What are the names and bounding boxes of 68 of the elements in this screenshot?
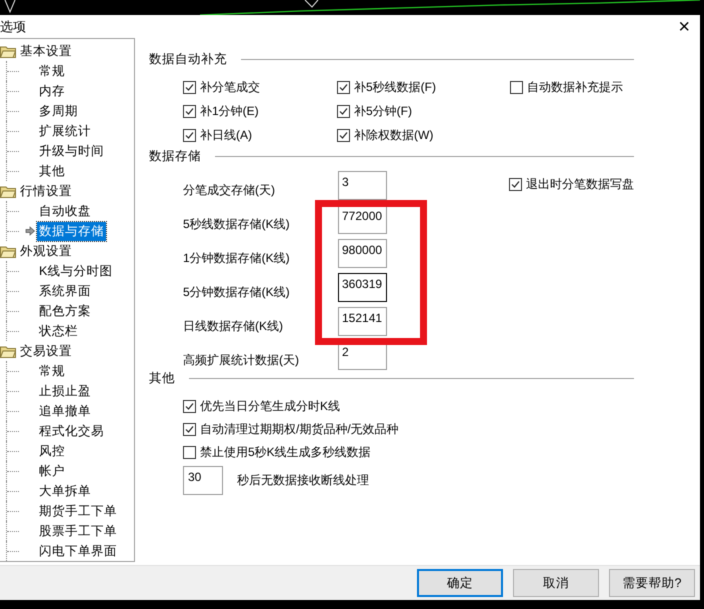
check-icon: [185, 131, 194, 140]
field-label: 日线数据存储(K线): [183, 318, 284, 335]
tree-item[interactable]: 数据与存储: [37, 222, 106, 240]
field-label: 5秒线数据存储(K线): [183, 216, 291, 233]
tree-item[interactable]: 内存: [37, 82, 67, 100]
number-field[interactable]: 152141: [338, 307, 387, 336]
number-field[interactable]: 3: [338, 171, 387, 200]
check-icon: [339, 83, 348, 92]
tree-item[interactable]: 状态栏: [37, 322, 80, 340]
field-label: 高频扩展统计数据(天): [183, 352, 300, 369]
number-field[interactable]: 360319: [338, 273, 387, 302]
tree-item[interactable]: 大单拆单: [37, 482, 93, 500]
tree-group[interactable]: 交易设置: [20, 342, 72, 360]
close-button[interactable]: ×: [668, 16, 700, 36]
checkbox[interactable]: 退出时分笔数据写盘: [509, 175, 634, 194]
checkbox[interactable]: 自动清理过期期权/期货品种/无效品种: [183, 420, 399, 439]
tree-item[interactable]: 常规: [37, 62, 67, 80]
number-field[interactable]: 772000: [338, 205, 387, 234]
check-icon: [185, 425, 194, 434]
section-title: 其他: [149, 370, 175, 386]
checkbox[interactable]: 补分笔成交: [183, 78, 337, 97]
tree-item[interactable]: 程式化交易: [37, 422, 106, 440]
tree-item[interactable]: 升级与时间: [37, 142, 106, 160]
tree-item[interactable]: 止损止盈: [37, 382, 93, 400]
tree-item[interactable]: 系统界面: [37, 282, 93, 300]
tree-item[interactable]: 多周期: [37, 102, 80, 120]
tree-group[interactable]: 外观设置: [20, 242, 72, 260]
tree-item[interactable]: 风控: [37, 442, 67, 460]
check-icon: [185, 83, 194, 92]
tree-item[interactable]: 配色方案: [37, 302, 93, 320]
tree-item[interactable]: 扩展统计: [37, 122, 93, 140]
field-label: 分笔成交存储(天): [183, 182, 276, 199]
arrow-icon: [25, 226, 35, 236]
dialog-button[interactable]: 取消: [513, 569, 599, 597]
tree-item[interactable]: 其他: [37, 162, 67, 180]
checkbox[interactable]: 补1分钟(E): [183, 102, 337, 121]
dialog-button[interactable]: 需要帮助?: [609, 569, 695, 597]
section-title: 数据存储: [149, 148, 201, 164]
check-icon: [339, 107, 348, 116]
field-label: 秒后无数据接收断线处理: [237, 472, 369, 489]
field-label: 1分钟数据存储(K线): [183, 250, 291, 267]
tree-item[interactable]: 股票手工下单: [37, 522, 119, 540]
checkbox[interactable]: 补除权数据(W): [337, 126, 510, 145]
tree-item[interactable]: 闪电下单界面: [37, 542, 119, 560]
section-title: 数据自动补充: [149, 50, 227, 68]
field-label: 5分钟数据存储(K线): [183, 284, 291, 301]
tree-item[interactable]: 帐户: [37, 462, 67, 480]
tree-item[interactable]: K线与分时图: [37, 262, 114, 280]
tree-item[interactable]: 常规: [37, 362, 67, 380]
check-icon: [185, 107, 194, 116]
checkbox[interactable]: 禁止使用5秒K线生成多秒线数据: [183, 443, 371, 462]
tree-item[interactable]: 自动收盘: [37, 202, 93, 220]
number-field[interactable]: 980000: [338, 239, 387, 268]
checkbox[interactable]: 自动数据补充提示: [510, 78, 634, 97]
dialog-button[interactable]: 确定: [417, 569, 503, 597]
tree-group[interactable]: 基本设置: [20, 42, 72, 60]
checkbox[interactable]: 优先当日分笔生成分时K线: [183, 397, 340, 416]
check-icon: [339, 131, 348, 140]
check-icon: [185, 402, 194, 411]
checkbox[interactable]: 补5分钟(F): [337, 102, 510, 121]
window-title: 选项: [0, 18, 26, 36]
tree-item[interactable]: 期货手工下单: [37, 502, 119, 520]
number-field[interactable]: 30: [183, 466, 223, 495]
checkbox[interactable]: 补5秒线数据(F): [337, 78, 510, 97]
checkbox[interactable]: 补日线(A): [183, 126, 337, 145]
tree-item[interactable]: 追单撤单: [37, 402, 93, 420]
check-icon: [511, 180, 520, 189]
tree-group[interactable]: 行情设置: [20, 182, 72, 200]
